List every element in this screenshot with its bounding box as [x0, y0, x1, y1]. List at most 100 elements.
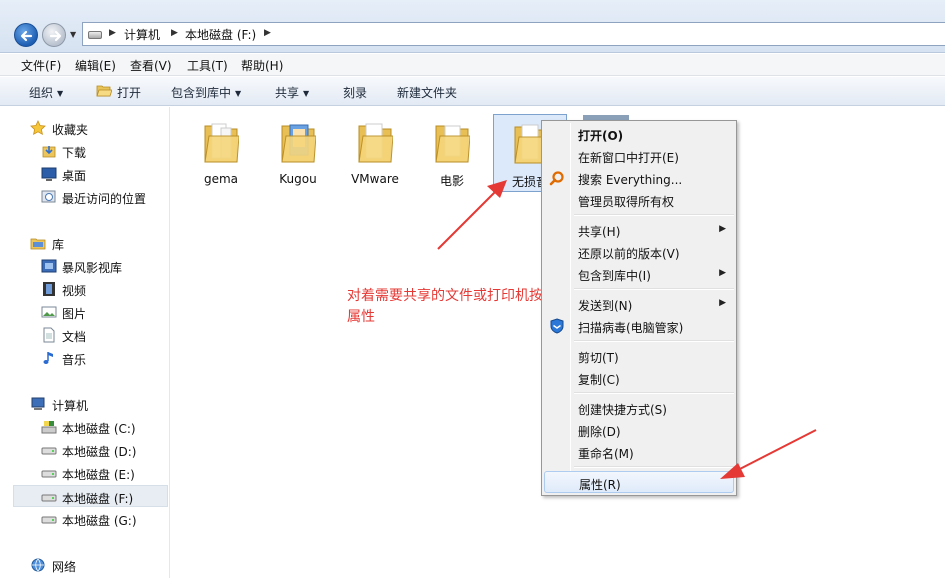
menu-tools[interactable]: 工具(T): [187, 57, 228, 74]
menu-separator: [574, 466, 734, 468]
burn-button[interactable]: 刻录: [343, 84, 367, 101]
ctx-label: 删除(D): [578, 425, 621, 439]
submenu-arrow-icon: ▶: [719, 224, 726, 234]
ctx-take-ownership[interactable]: 管理员取得所有权: [544, 189, 734, 211]
nav-item-downloads[interactable]: 下载: [0, 140, 169, 162]
nav-libraries-label: 库: [52, 238, 65, 252]
nav-item-documents[interactable]: 文档: [0, 324, 169, 346]
breadcrumb-separator-icon[interactable]: ▶: [109, 28, 116, 38]
ctx-label: 剪切(T): [578, 351, 619, 365]
nav-item-videos[interactable]: 视频: [0, 278, 169, 300]
nav-favorites-label: 收藏夹: [52, 123, 89, 137]
menu-separator: [574, 214, 734, 216]
recent-pages-dropdown[interactable]: ▼: [70, 30, 76, 39]
organize-button[interactable]: 组织 ▼: [29, 84, 63, 101]
menu-file[interactable]: 文件(F): [21, 57, 61, 74]
folder-movies[interactable]: 电影: [415, 114, 489, 192]
document-icon: [43, 327, 55, 343]
network-icon: [31, 558, 45, 572]
nav-computer-header[interactable]: 计算机: [0, 393, 169, 415]
nav-item-drive-d[interactable]: 本地磁盘 (D:): [0, 439, 169, 461]
breadcrumb-computer[interactable]: 计算机: [124, 26, 160, 43]
breadcrumb-drive-f[interactable]: 本地磁盘 (F:): [185, 26, 256, 43]
folder-gema[interactable]: gema: [184, 114, 258, 192]
nav-item-label: 本地磁盘 (E:): [62, 468, 135, 482]
downloads-icon: [42, 146, 56, 158]
nav-libraries-header[interactable]: 库: [0, 232, 169, 254]
submenu-arrow-icon: ▶: [719, 268, 726, 278]
forward-button[interactable]: [42, 23, 66, 47]
ctx-open[interactable]: 打开(O): [544, 123, 734, 145]
ctx-delete[interactable]: 删除(D): [544, 419, 734, 441]
ctx-copy[interactable]: 复制(C): [544, 367, 734, 389]
ctx-label: 复制(C): [578, 373, 620, 387]
ctx-label: 还原以前的版本(V): [578, 247, 680, 261]
folder-icon: [204, 123, 239, 163]
nav-item-drive-g[interactable]: 本地磁盘 (G:): [0, 508, 169, 530]
nav-item-label: 视频: [62, 284, 87, 298]
film-icon: [43, 282, 55, 296]
ctx-include-in-library[interactable]: 包含到库中(I) ▶: [544, 263, 734, 285]
menu-separator: [574, 340, 734, 342]
ctx-cut[interactable]: 剪切(T): [544, 345, 734, 367]
hard-drive-icon: [41, 494, 57, 502]
ctx-label: 搜索 Everything...: [578, 173, 683, 187]
nav-item-label: 图片: [62, 307, 87, 321]
ctx-rename[interactable]: 重命名(M): [544, 441, 734, 463]
open-button[interactable]: 打开: [117, 84, 141, 101]
menu-help[interactable]: 帮助(H): [241, 57, 283, 74]
computer-icon: [31, 397, 45, 410]
menu-separator: [574, 288, 734, 290]
nav-favorites-header[interactable]: 收藏夹: [0, 117, 169, 139]
address-path-box[interactable]: ▶ 计算机 ▶ 本地磁盘 (F:) ▶: [82, 22, 945, 46]
ctx-open-new-window[interactable]: 在新窗口中打开(E): [544, 145, 734, 167]
ctx-label: 重命名(M): [578, 447, 634, 461]
menu-edit[interactable]: 编辑(E): [75, 57, 116, 74]
menu-separator: [574, 392, 734, 394]
nav-item-label: 音乐: [62, 353, 87, 367]
file-name: VMware: [351, 172, 399, 186]
folder-icon: [435, 125, 470, 163]
nav-item-label: 本地磁盘 (F:): [62, 492, 134, 506]
nav-item-drive-c[interactable]: 本地磁盘 (C:): [0, 416, 169, 438]
ctx-create-shortcut[interactable]: 创建快捷方式(S): [544, 397, 734, 419]
nav-item-pictures[interactable]: 图片: [0, 301, 169, 323]
ctx-share[interactable]: 共享(H) ▶: [544, 219, 734, 241]
nav-item-music[interactable]: 音乐: [0, 347, 169, 369]
organize-label: 组织: [29, 86, 54, 100]
menu-view[interactable]: 查看(V): [130, 57, 172, 74]
new-folder-button[interactable]: 新建文件夹: [397, 84, 457, 101]
shield-icon: [550, 318, 564, 334]
nav-item-label: 下载: [62, 146, 87, 160]
file-name: 电影: [439, 174, 464, 188]
ctx-label: 管理员取得所有权: [578, 195, 675, 209]
breadcrumb-separator-icon[interactable]: ▶: [171, 28, 178, 38]
back-button[interactable]: [14, 23, 38, 47]
nav-network-header[interactable]: 网络: [0, 554, 169, 576]
hard-drive-icon: [41, 516, 57, 524]
hard-drive-icon: [41, 447, 57, 455]
include-in-library-button[interactable]: 包含到库中 ▼: [171, 84, 241, 101]
ctx-scan-virus[interactable]: 扫描病毒(电脑管家): [544, 315, 734, 337]
navigation-pane: 收藏夹 下载 桌面 最近访问的位置 库 暴风影视库 视频 图片 文档 音乐 计算…: [0, 107, 170, 578]
nav-item-drive-f[interactable]: 本地磁盘 (F:): [13, 485, 168, 507]
ctx-restore-previous[interactable]: 还原以前的版本(V): [544, 241, 734, 263]
ctx-send-to[interactable]: 发送到(N) ▶: [544, 293, 734, 315]
share-button[interactable]: 共享 ▼: [275, 84, 309, 101]
file-name: Kugou: [279, 172, 317, 186]
ctx-label: 打开(O): [578, 129, 624, 143]
ctx-properties[interactable]: 属性(R): [544, 471, 734, 493]
nav-computer-label: 计算机: [52, 399, 89, 413]
breadcrumb-separator-icon[interactable]: ▶: [264, 28, 271, 38]
nav-item-label: 桌面: [62, 169, 87, 183]
folder-vmware[interactable]: VMware: [338, 114, 412, 192]
address-bar-area: ▼ ▶ 计算机 ▶ 本地磁盘 (F:) ▶: [0, 0, 945, 53]
folder-icon: [281, 124, 316, 163]
ctx-search-everything[interactable]: 搜索 Everything...: [544, 167, 734, 189]
nav-item-drive-e[interactable]: 本地磁盘 (E:): [0, 462, 169, 484]
nav-item-baofeng-library[interactable]: 暴风影视库: [0, 255, 169, 277]
nav-item-recent-places[interactable]: 最近访问的位置: [0, 186, 169, 208]
drive-icon: [88, 31, 102, 39]
folder-kugou[interactable]: Kugou: [261, 114, 335, 192]
nav-item-desktop[interactable]: 桌面: [0, 163, 169, 185]
